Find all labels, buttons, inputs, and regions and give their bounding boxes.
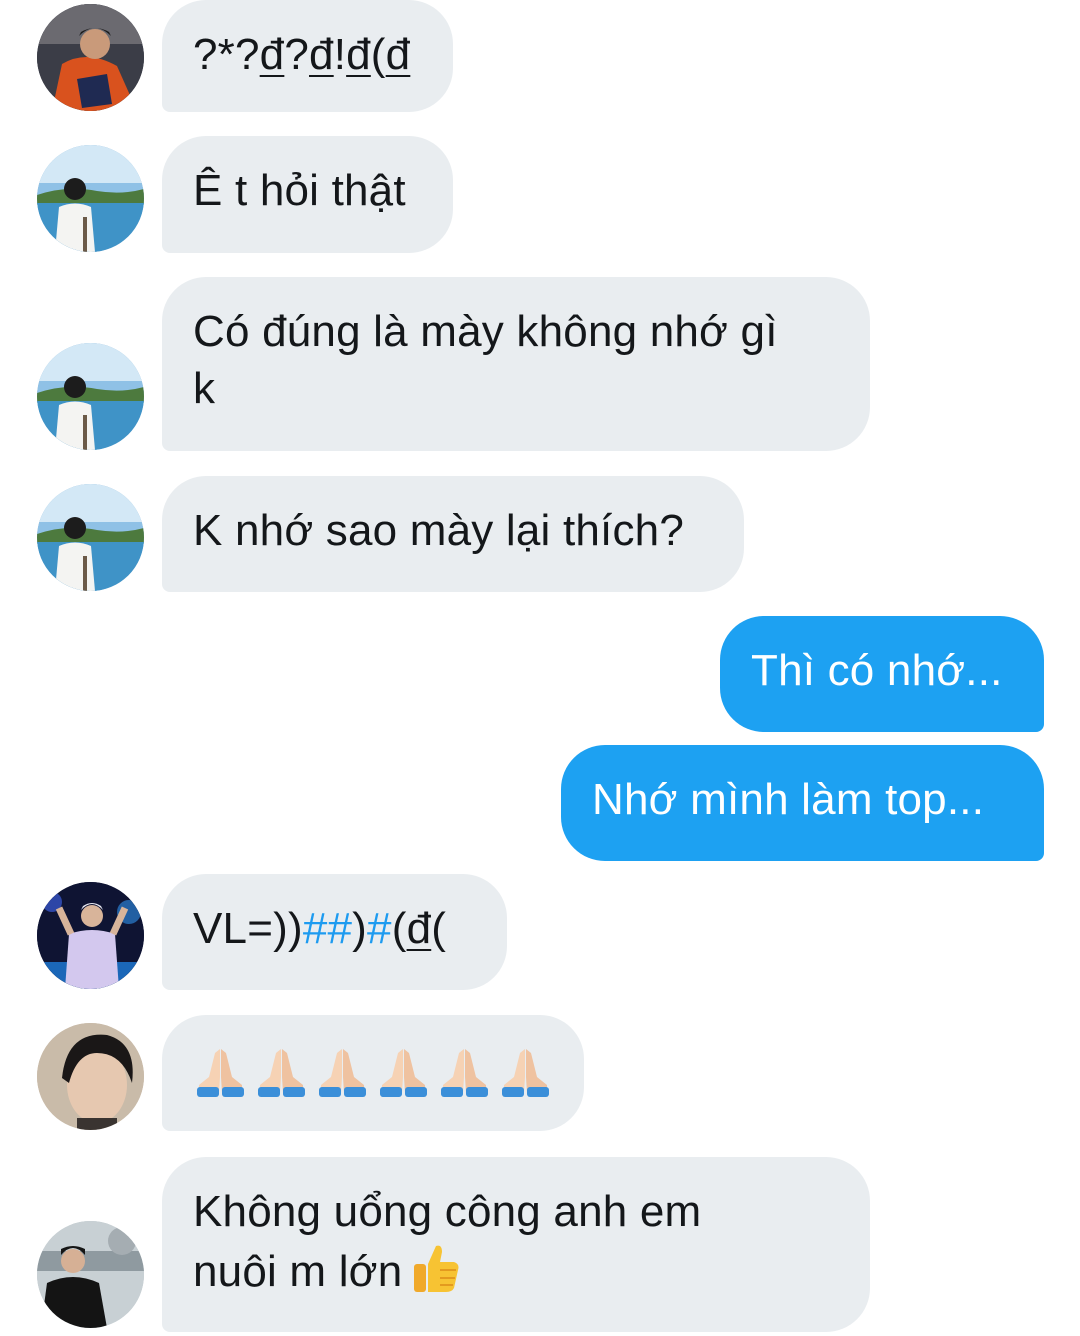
- folded-hands-icon: [258, 1049, 305, 1097]
- message-text-part: nuôi m lớn: [193, 1247, 403, 1296]
- incoming-message-bubble[interactable]: [162, 1015, 584, 1131]
- message-row: K nhớ sao mày lại thích?: [0, 476, 1080, 592]
- message-text-part: ): [352, 904, 368, 953]
- message-text: ?*?đ?đ!đ(đ: [193, 30, 411, 79]
- message-text: Ê t hỏi thật: [193, 166, 406, 215]
- incoming-message-bubble[interactable]: K nhớ sao mày lại thích?: [162, 476, 744, 592]
- user-avatar-seaside-icon[interactable]: [37, 343, 144, 450]
- message-row: Có đúng là mày không nhớ gì k: [0, 277, 1080, 451]
- incoming-message-bubble[interactable]: Ê t hỏi thật: [162, 136, 453, 253]
- message-text-line: nuôi m lớn: [193, 1240, 839, 1300]
- message-row: [0, 1015, 1080, 1131]
- hashtag-link[interactable]: #: [367, 904, 392, 953]
- incoming-message-bubble[interactable]: ?*?đ?đ!đ(đ: [162, 0, 453, 112]
- message-text-part: VL=)): [193, 904, 303, 953]
- user-avatar-seaside-icon[interactable]: [37, 484, 144, 591]
- folded-hands-icon: [502, 1049, 549, 1097]
- message-text: VL=))##)#(đ(: [193, 904, 446, 953]
- folded-hands-icon: [197, 1049, 244, 1097]
- message-row: Ê t hỏi thật: [0, 136, 1080, 253]
- user-avatar-orange-shirt-icon[interactable]: [37, 4, 144, 111]
- user-avatar-concert-icon[interactable]: [37, 882, 144, 989]
- message-row: VL=))##)#(đ(: [0, 874, 1080, 990]
- outgoing-message-bubble[interactable]: Thì có nhớ...: [720, 616, 1044, 732]
- folded-hands-icon: [380, 1049, 427, 1097]
- incoming-message-bubble[interactable]: Có đúng là mày không nhớ gì k: [162, 277, 870, 451]
- folded-hands-icon: [441, 1049, 488, 1097]
- message-text-line: Có đúng là mày không nhớ gì: [193, 307, 778, 356]
- message-text: K nhớ sao mày lại thích?: [193, 506, 685, 555]
- hashtag-link[interactable]: ##: [303, 904, 352, 953]
- message-text-line: k: [193, 364, 216, 413]
- incoming-message-bubble[interactable]: Không uổng công anh em nuôi m lớn: [162, 1157, 870, 1332]
- message-row: ?*?đ?đ!đ(đ: [0, 0, 1080, 112]
- message-row: Nhớ mình làm top...: [0, 745, 1080, 861]
- incoming-message-bubble[interactable]: VL=))##)#(đ(: [162, 874, 507, 990]
- emoji-row: [193, 1041, 553, 1098]
- message-row: Không uổng công anh em nuôi m lớn: [0, 1157, 1080, 1332]
- user-avatar-seaside-icon[interactable]: [37, 145, 144, 252]
- message-text: Thì có nhớ...: [751, 646, 1003, 695]
- message-text-part: (đ(: [391, 904, 447, 953]
- outgoing-message-bubble[interactable]: Nhớ mình làm top...: [561, 745, 1044, 861]
- user-avatar-portrait-icon[interactable]: [37, 1023, 144, 1130]
- message-text: Nhớ mình làm top...: [592, 775, 985, 824]
- folded-hands-icon: [319, 1049, 366, 1097]
- thumbs-up-icon: [414, 1245, 459, 1292]
- user-avatar-dark-jacket-icon[interactable]: [37, 1221, 144, 1328]
- message-text-line: Không uổng công anh em: [193, 1187, 702, 1236]
- message-row: Thì có nhớ...: [0, 616, 1080, 732]
